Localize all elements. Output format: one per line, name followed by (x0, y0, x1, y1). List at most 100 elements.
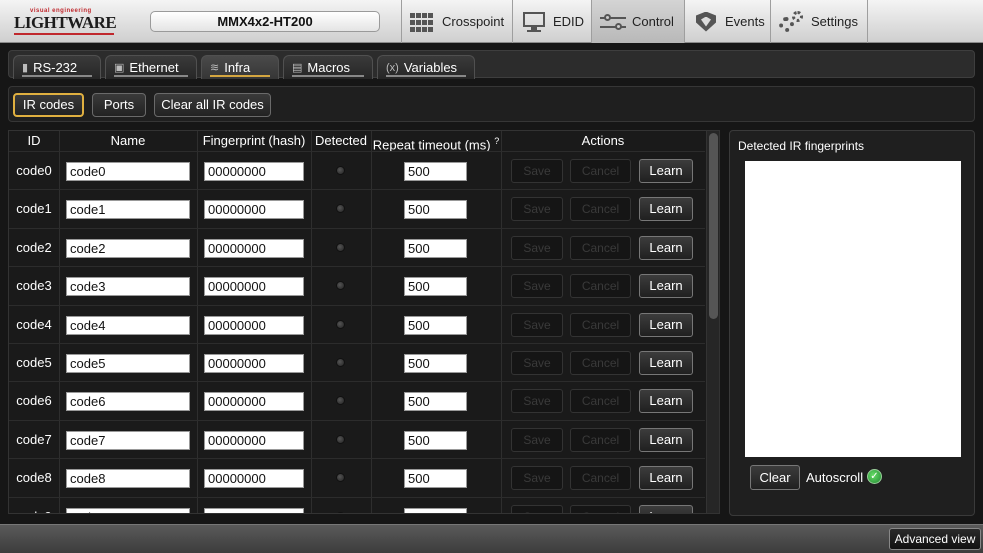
learn-button[interactable]: Learn (639, 351, 693, 375)
repeat-timeout-input[interactable]: 500 (404, 354, 467, 373)
row-id: code8 (16, 470, 52, 485)
repeat-timeout-input[interactable]: 500 (404, 277, 467, 296)
save-button[interactable]: Save (511, 351, 563, 375)
nav-tab-control[interactable]: Control (591, 0, 684, 43)
clear-log-button[interactable]: Clear (750, 465, 800, 490)
subtab-variables[interactable]: (x) Variables (377, 55, 475, 79)
fingerprint-input[interactable]: 00000000 (204, 392, 304, 411)
table-row: code4 code4 00000000 500 Save Cancel Learn (9, 305, 705, 343)
table-row: code5 code5 00000000 500 Save Cancel Learn (9, 343, 705, 381)
ports-button[interactable]: Ports (92, 93, 146, 117)
nav-tab-label: Settings (811, 14, 858, 29)
name-input[interactable]: code6 (66, 392, 190, 411)
learn-button[interactable]: Learn (639, 159, 693, 183)
advanced-view-button[interactable]: Advanced view (889, 528, 981, 550)
detected-indicator (336, 204, 345, 213)
learn-button[interactable]: Learn (639, 428, 693, 452)
fingerprint-input[interactable]: 00000000 (204, 508, 304, 513)
save-button[interactable]: Save (511, 159, 563, 183)
cancel-button[interactable]: Cancel (570, 274, 631, 298)
fingerprint-input[interactable]: 00000000 (204, 431, 304, 450)
logo-underline (14, 33, 114, 35)
nav-tab-edid[interactable]: EDID (512, 0, 591, 43)
table-row: code2 code2 00000000 500 Save Cancel Learn (9, 228, 705, 266)
learn-button[interactable]: Learn (639, 389, 693, 413)
fingerprint-input[interactable]: 00000000 (204, 354, 304, 373)
subtab-macros[interactable]: ▤ Macros (283, 55, 373, 79)
lightware-logo: visual engineering LIGHTWARE (14, 8, 118, 36)
subtab-rs232[interactable]: ▮ RS-232 (13, 55, 101, 79)
learn-button[interactable]: Learn (639, 236, 693, 260)
cancel-button[interactable]: Cancel (570, 313, 631, 337)
cancel-button[interactable]: Cancel (570, 236, 631, 260)
fingerprint-input[interactable]: 00000000 (204, 200, 304, 219)
save-button[interactable]: Save (511, 505, 563, 513)
name-input[interactable]: code9 (66, 508, 190, 513)
repeat-timeout-input[interactable]: 500 (404, 469, 467, 488)
ir-codes-table: ID Name Fingerprint (hash) Detected Repe… (8, 130, 720, 514)
name-input[interactable]: code4 (66, 316, 190, 335)
help-icon[interactable]: ? (494, 136, 499, 146)
learn-button[interactable]: Learn (639, 274, 693, 298)
repeat-timeout-input[interactable]: 500 (404, 316, 467, 335)
nav-tab-crosspoint[interactable]: Crosspoint (401, 0, 512, 43)
nav-tab-settings[interactable]: Settings (770, 0, 868, 43)
repeat-timeout-input[interactable]: 500 (404, 200, 467, 219)
subtab-ethernet[interactable]: ▣ Ethernet (105, 55, 197, 79)
save-button[interactable]: Save (511, 428, 563, 452)
repeat-timeout-input[interactable]: 500 (404, 392, 467, 411)
repeat-timeout-input[interactable]: 500 (404, 431, 467, 450)
autoscroll-check-icon[interactable]: ✓ (867, 469, 882, 484)
name-input[interactable]: code2 (66, 239, 190, 258)
save-button[interactable]: Save (511, 389, 563, 413)
nav-tab-events[interactable]: Events (684, 0, 770, 43)
fingerprint-input[interactable]: 00000000 (204, 277, 304, 296)
clear-all-ir-codes-button[interactable]: Clear all IR codes (154, 93, 271, 117)
name-input[interactable]: code3 (66, 277, 190, 296)
cancel-button[interactable]: Cancel (570, 159, 631, 183)
cancel-button[interactable]: Cancel (570, 351, 631, 375)
row-id: code4 (16, 317, 52, 332)
repeat-timeout-input[interactable]: 500 (404, 162, 467, 181)
scrollbar-thumb[interactable] (709, 133, 718, 319)
save-button[interactable]: Save (511, 197, 563, 221)
name-input[interactable]: code0 (66, 162, 190, 181)
repeat-timeout-input[interactable]: 500 (404, 508, 467, 513)
row-id: code1 (16, 201, 52, 216)
table-scrollbar[interactable] (706, 131, 719, 513)
name-input[interactable]: code1 (66, 200, 190, 219)
fingerprint-log[interactable] (745, 161, 961, 457)
cancel-button[interactable]: Cancel (570, 389, 631, 413)
ir-button-row: IR codes Ports Clear all IR codes (8, 86, 975, 122)
name-input[interactable]: code5 (66, 354, 190, 373)
subtab-infra[interactable]: ≋ Infra (201, 55, 279, 79)
fingerprint-input[interactable]: 00000000 (204, 469, 304, 488)
learn-button[interactable]: Learn (639, 313, 693, 337)
cancel-button[interactable]: Cancel (570, 428, 631, 452)
save-button[interactable]: Save (511, 236, 563, 260)
fingerprint-input[interactable]: 00000000 (204, 162, 304, 181)
name-input[interactable]: code8 (66, 469, 190, 488)
row-id: code7 (16, 432, 52, 447)
cancel-button[interactable]: Cancel (570, 197, 631, 221)
nav-tab-label: Control (632, 14, 674, 29)
repeat-timeout-input[interactable]: 500 (404, 239, 467, 258)
learn-button[interactable]: Learn (639, 466, 693, 490)
cancel-button[interactable]: Cancel (570, 505, 631, 513)
subtab-label: Macros (307, 60, 351, 75)
subtab-label: Variables (403, 60, 458, 75)
cancel-button[interactable]: Cancel (570, 466, 631, 490)
name-input[interactable]: code7 (66, 431, 190, 450)
detected-indicator (336, 358, 345, 367)
sub-tab-bar: ▮ RS-232 ▣ Ethernet ≋ Infra ▤ Macros (x)… (8, 50, 975, 79)
save-button[interactable]: Save (511, 466, 563, 490)
learn-button[interactable]: Learn (639, 197, 693, 221)
table-row: code9 code9 00000000 500 Save Cancel Learn (9, 497, 705, 513)
save-button[interactable]: Save (511, 313, 563, 337)
table-row: code3 code3 00000000 500 Save Cancel Learn (9, 266, 705, 304)
ir-codes-button[interactable]: IR codes (13, 93, 84, 117)
save-button[interactable]: Save (511, 274, 563, 298)
fingerprint-input[interactable]: 00000000 (204, 316, 304, 335)
learn-button[interactable]: Learn (639, 505, 693, 513)
fingerprint-input[interactable]: 00000000 (204, 239, 304, 258)
